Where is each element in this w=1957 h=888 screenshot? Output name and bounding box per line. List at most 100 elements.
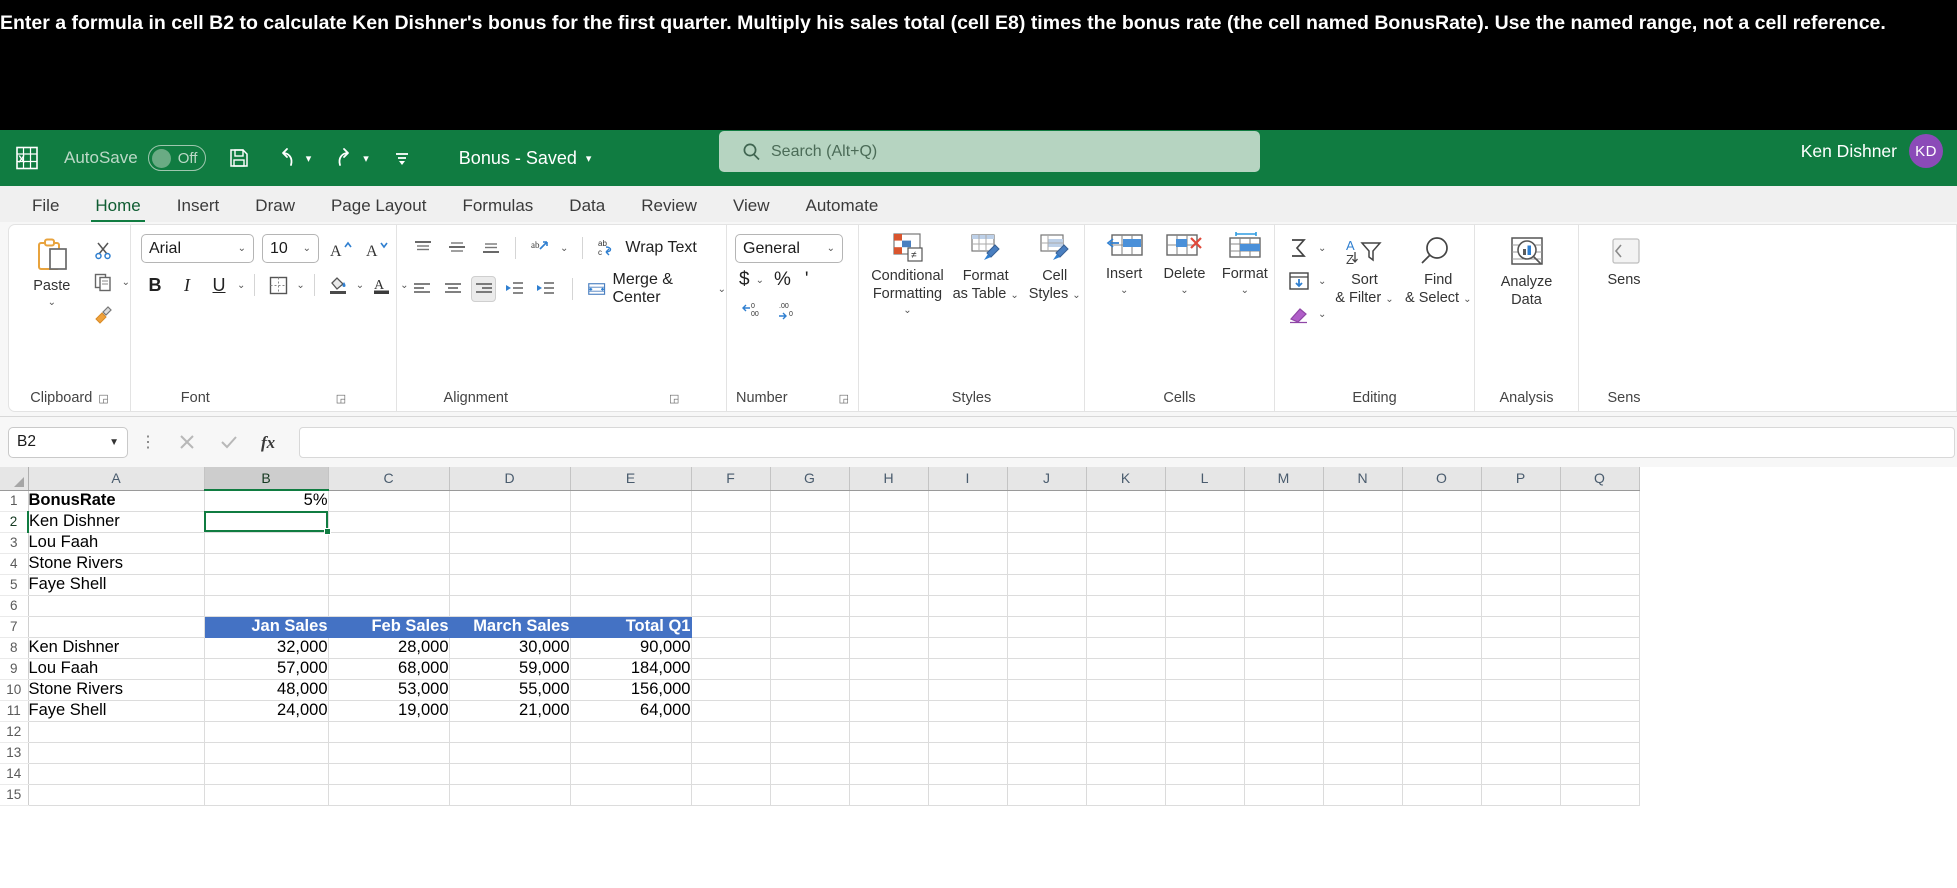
cell-J2[interactable] xyxy=(1007,511,1086,532)
cell-Q8[interactable] xyxy=(1560,637,1639,658)
sort-filter-button[interactable]: A Z Sort & Filter ⌄ xyxy=(1330,233,1398,306)
cell-N13[interactable] xyxy=(1323,742,1402,763)
enter-check-icon[interactable] xyxy=(209,427,249,457)
cell-A12[interactable] xyxy=(28,721,204,742)
align-center-button[interactable] xyxy=(440,276,465,302)
align-right-button[interactable] xyxy=(471,276,496,302)
cell-M6[interactable] xyxy=(1244,595,1323,616)
autosum-caret-icon[interactable]: ⌄ xyxy=(1318,243,1326,254)
cell-K11[interactable] xyxy=(1086,700,1165,721)
cell-A2[interactable]: Ken Dishner xyxy=(28,511,204,532)
cell-D15[interactable] xyxy=(449,784,570,805)
cell-E1[interactable] xyxy=(570,490,691,511)
cell-H11[interactable] xyxy=(849,700,928,721)
format-cells-caret-icon[interactable]: ⌄ xyxy=(1241,285,1249,296)
cell-C9[interactable]: 68,000 xyxy=(328,658,449,679)
redo-icon[interactable] xyxy=(329,143,359,173)
cell-J6[interactable] xyxy=(1007,595,1086,616)
cell-I3[interactable] xyxy=(928,532,1007,553)
column-header-l[interactable]: L xyxy=(1165,467,1244,490)
cell-L9[interactable] xyxy=(1165,658,1244,679)
cell-P14[interactable] xyxy=(1481,763,1560,784)
cell-E12[interactable] xyxy=(570,721,691,742)
cell-D4[interactable] xyxy=(449,553,570,574)
tab-data[interactable]: Data xyxy=(551,196,623,222)
undo-dropdown-caret-icon[interactable]: ▾ xyxy=(306,152,312,165)
cell-B14[interactable] xyxy=(204,763,328,784)
cell-P3[interactable] xyxy=(1481,532,1560,553)
cell-L12[interactable] xyxy=(1165,721,1244,742)
cell-B3[interactable] xyxy=(204,532,328,553)
cell-I14[interactable] xyxy=(928,763,1007,784)
cell-styles-button[interactable]: Cell Styles ⌄ xyxy=(1025,231,1084,302)
cut-button[interactable] xyxy=(89,237,117,263)
cell-I9[interactable] xyxy=(928,658,1007,679)
cell-P9[interactable] xyxy=(1481,658,1560,679)
cell-E7[interactable]: Total Q1 xyxy=(570,616,691,637)
shrink-font-button[interactable]: A xyxy=(363,236,391,262)
cell-I8[interactable] xyxy=(928,637,1007,658)
font-family-select[interactable]: Arial ⌄ xyxy=(141,234,254,263)
cell-H13[interactable] xyxy=(849,742,928,763)
cell-L15[interactable] xyxy=(1165,784,1244,805)
orientation-caret-icon[interactable]: ⌄ xyxy=(560,243,568,254)
delete-cells-button[interactable]: Delete ⌄ xyxy=(1155,231,1213,296)
column-header-p[interactable]: P xyxy=(1481,467,1560,490)
underline-caret-icon[interactable]: ⌄ xyxy=(237,280,245,291)
cell-O2[interactable] xyxy=(1402,511,1481,532)
cell-C1[interactable] xyxy=(328,490,449,511)
cell-B1[interactable]: 5% xyxy=(204,490,328,511)
row-header-1[interactable]: 1 xyxy=(0,490,28,511)
cell-B5[interactable] xyxy=(204,574,328,595)
cell-I5[interactable] xyxy=(928,574,1007,595)
increase-decimal-button[interactable]: .00 0 xyxy=(775,297,803,323)
column-header-m[interactable]: M xyxy=(1244,467,1323,490)
cell-E15[interactable] xyxy=(570,784,691,805)
cell-I12[interactable] xyxy=(928,721,1007,742)
cell-D11[interactable]: 21,000 xyxy=(449,700,570,721)
cell-F13[interactable] xyxy=(691,742,770,763)
cell-K1[interactable] xyxy=(1086,490,1165,511)
row-header-14[interactable]: 14 xyxy=(0,763,28,784)
cell-K13[interactable] xyxy=(1086,742,1165,763)
cell-M12[interactable] xyxy=(1244,721,1323,742)
format-painter-button[interactable] xyxy=(89,301,117,327)
font-family-caret-icon[interactable]: ⌄ xyxy=(238,243,246,254)
cell-Q14[interactable] xyxy=(1560,763,1639,784)
clear-button[interactable] xyxy=(1285,301,1313,327)
column-header-d[interactable]: D xyxy=(449,467,570,490)
cell-E5[interactable] xyxy=(570,574,691,595)
cell-H10[interactable] xyxy=(849,679,928,700)
cell-P5[interactable] xyxy=(1481,574,1560,595)
cell-J7[interactable] xyxy=(1007,616,1086,637)
cell-O9[interactable] xyxy=(1402,658,1481,679)
cell-A14[interactable] xyxy=(28,763,204,784)
cell-A11[interactable]: Faye Shell xyxy=(28,700,204,721)
cell-I7[interactable] xyxy=(928,616,1007,637)
cell-E14[interactable] xyxy=(570,763,691,784)
cell-C15[interactable] xyxy=(328,784,449,805)
row-header-4[interactable]: 4 xyxy=(0,553,28,574)
cell-H4[interactable] xyxy=(849,553,928,574)
cell-J3[interactable] xyxy=(1007,532,1086,553)
cell-B13[interactable] xyxy=(204,742,328,763)
cell-F5[interactable] xyxy=(691,574,770,595)
cell-B6[interactable] xyxy=(204,595,328,616)
cell-N14[interactable] xyxy=(1323,763,1402,784)
comma-format-button[interactable]: ' xyxy=(805,269,809,291)
cell-G8[interactable] xyxy=(770,637,849,658)
cell-H14[interactable] xyxy=(849,763,928,784)
align-middle-button[interactable] xyxy=(443,235,471,261)
row-header-8[interactable]: 8 xyxy=(0,637,28,658)
font-size-select[interactable]: 10 ⌄ xyxy=(262,234,319,263)
cell-M8[interactable] xyxy=(1244,637,1323,658)
borders-caret-icon[interactable]: ⌄ xyxy=(296,280,304,291)
cell-L1[interactable] xyxy=(1165,490,1244,511)
cell-G9[interactable] xyxy=(770,658,849,679)
delete-cells-caret-icon[interactable]: ⌄ xyxy=(1180,285,1188,296)
user-account[interactable]: Ken Dishner KD xyxy=(1801,134,1943,168)
cell-F7[interactable] xyxy=(691,616,770,637)
cell-K4[interactable] xyxy=(1086,553,1165,574)
analyze-data-button[interactable]: Analyze Data xyxy=(1490,235,1564,308)
cell-K5[interactable] xyxy=(1086,574,1165,595)
